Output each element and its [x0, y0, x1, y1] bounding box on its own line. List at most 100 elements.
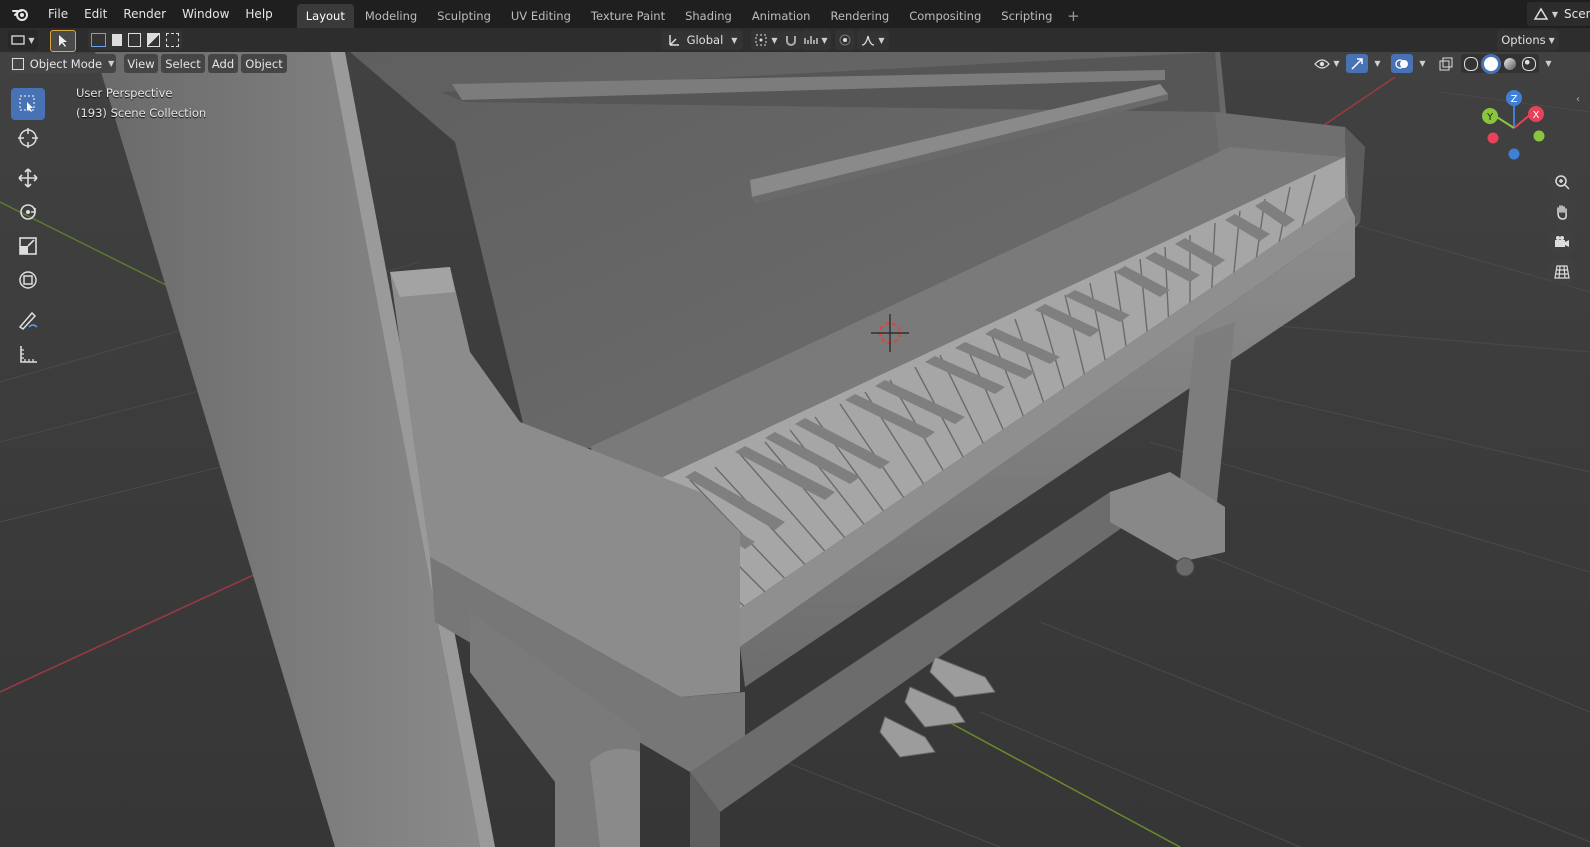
tab-scripting[interactable]: Scripting — [992, 4, 1061, 28]
neg-y-axis-handle[interactable] — [1533, 130, 1545, 142]
scene-name: Scene — [1564, 7, 1590, 21]
blender-logo-icon[interactable] — [10, 3, 32, 25]
pivot-icon — [755, 34, 767, 46]
select-box-icon — [19, 95, 35, 112]
workspace-tabs: Layout Modeling Sculpting UV Editing Tex… — [296, 0, 1084, 28]
object-mode-dropdown[interactable]: Object Mode ▼ — [10, 54, 116, 73]
scene-selector[interactable]: ▼ Scene — [1526, 2, 1590, 26]
gizmo-toggle[interactable] — [1346, 54, 1368, 73]
chevron-down-icon: ▼ — [731, 35, 738, 45]
neg-z-axis-handle[interactable] — [1508, 148, 1520, 160]
navigation-gizmo[interactable]: Z X Y — [1478, 88, 1558, 168]
annotate-tool[interactable] — [11, 304, 45, 336]
gizmo-dropdown[interactable]: ▼ — [1368, 54, 1384, 73]
tab-animation[interactable]: Animation — [743, 4, 820, 28]
material-shading-icon[interactable] — [1504, 57, 1516, 70]
proportional-falloff-dropdown[interactable]: ▼ — [857, 30, 889, 50]
solid-shading-icon[interactable] — [1484, 56, 1498, 71]
cursor-tool[interactable] — [11, 122, 45, 154]
tab-modeling[interactable]: Modeling — [356, 4, 426, 28]
select-box-tool[interactable] — [11, 88, 45, 120]
tab-texture-paint[interactable]: Texture Paint — [582, 4, 674, 28]
selection-mode-group — [88, 30, 182, 50]
scale-icon — [19, 237, 37, 255]
tool-settings-header: ▼ Global ▼ ▼ ▼ ▼ Options ▼ — [0, 28, 1590, 53]
snap-toggle[interactable] — [781, 30, 801, 50]
chevron-down-icon: ▼ — [108, 59, 115, 68]
tab-compositing[interactable]: Compositing — [900, 4, 990, 28]
sidebar-toggle-icon[interactable]: ‹ — [1576, 94, 1590, 108]
move-tool[interactable] — [11, 162, 45, 194]
y-axis-label: Y — [1486, 112, 1494, 123]
overlays-icon — [1395, 58, 1408, 69]
zoom-button[interactable] — [1548, 168, 1576, 196]
add-workspace-button[interactable]: + — [1063, 4, 1083, 28]
mode-intersect-icon[interactable] — [166, 33, 180, 47]
overlays-dropdown[interactable]: ▼ — [1413, 54, 1429, 73]
snap-target-dropdown[interactable]: ▼ — [801, 30, 831, 50]
tab-rendering[interactable]: Rendering — [821, 4, 898, 28]
menu-help[interactable]: Help — [237, 2, 280, 26]
top-bar: File Edit Render Window Help Layout Mode… — [0, 0, 1590, 28]
orientation-icon — [668, 35, 679, 46]
object-mode-label: Object Mode — [29, 56, 103, 71]
x-axis-label: X — [1533, 110, 1540, 121]
gizmo-icon — [1351, 57, 1363, 70]
object-mode-icon — [11, 57, 24, 70]
visibility-dropdown[interactable]: ▼ — [1312, 54, 1342, 73]
transform-tool[interactable] — [11, 264, 45, 296]
mode-subtract-icon[interactable] — [128, 33, 142, 47]
options-dropdown[interactable]: Options ▼ — [1497, 30, 1559, 50]
orientation-label: Global — [686, 33, 724, 47]
measure-tool[interactable] — [11, 338, 45, 370]
menu-window[interactable]: Window — [174, 2, 237, 26]
pan-button[interactable] — [1548, 198, 1576, 226]
menu-render[interactable]: Render — [115, 2, 174, 26]
add-menu[interactable]: Add — [208, 54, 238, 73]
tab-layout[interactable]: Layout — [296, 4, 354, 28]
view-menu[interactable]: View — [124, 54, 158, 73]
neg-x-axis-handle[interactable] — [1487, 132, 1499, 144]
editor-type-button[interactable]: ▼ — [8, 30, 38, 50]
menu-file[interactable]: File — [40, 2, 76, 26]
zoom-icon — [1555, 175, 1570, 190]
3d-cursor-tool-icon — [18, 128, 38, 148]
options-label: Options — [1501, 33, 1546, 47]
shading-dropdown[interactable]: ▼ — [1539, 54, 1555, 73]
camera-view-button[interactable] — [1548, 228, 1576, 256]
snap-increment-icon — [804, 36, 819, 44]
hand-icon — [1557, 205, 1567, 220]
pivot-point-dropdown[interactable]: ▼ — [751, 30, 781, 50]
xray-toggle[interactable] — [1436, 54, 1456, 73]
magnet-icon — [786, 36, 796, 46]
overlays-toggle[interactable] — [1391, 54, 1413, 73]
eye-icon — [1314, 58, 1331, 69]
tab-uv-editing[interactable]: UV Editing — [502, 4, 580, 28]
wireframe-shading-icon[interactable] — [1464, 56, 1478, 71]
perspective-label: User Perspective — [76, 86, 173, 100]
proportional-icon — [839, 34, 851, 46]
rotate-tool[interactable] — [11, 196, 45, 228]
proportional-editing-toggle[interactable] — [835, 30, 855, 50]
3d-viewport[interactable]: Object Mode ▼ View Select Add Object ▼ ▼… — [0, 52, 1590, 847]
rotate-icon — [20, 204, 36, 220]
menu-edit[interactable]: Edit — [76, 2, 115, 26]
transform-orientation-dropdown[interactable]: Global ▼ — [661, 30, 743, 50]
ruler-icon — [20, 346, 37, 363]
mode-invert-icon[interactable] — [147, 33, 161, 47]
mode-set-icon[interactable] — [91, 33, 106, 47]
mode-extend-icon[interactable] — [111, 34, 123, 46]
scale-tool[interactable] — [11, 230, 45, 262]
falloff-curve-icon — [862, 35, 875, 46]
scene-icon — [1533, 7, 1549, 20]
move-arrows-icon — [18, 168, 38, 188]
select-menu[interactable]: Select — [161, 54, 205, 73]
collection-label: (193) Scene Collection — [76, 106, 207, 120]
rendered-shading-icon[interactable] — [1522, 56, 1536, 71]
tab-shading[interactable]: Shading — [676, 4, 741, 28]
tab-sculpting[interactable]: Sculpting — [428, 4, 500, 28]
select-tool-button[interactable] — [50, 30, 76, 52]
object-menu[interactable]: Object — [241, 54, 287, 73]
perspective-toggle-button[interactable] — [1548, 258, 1576, 286]
xray-icon — [1439, 57, 1453, 70]
